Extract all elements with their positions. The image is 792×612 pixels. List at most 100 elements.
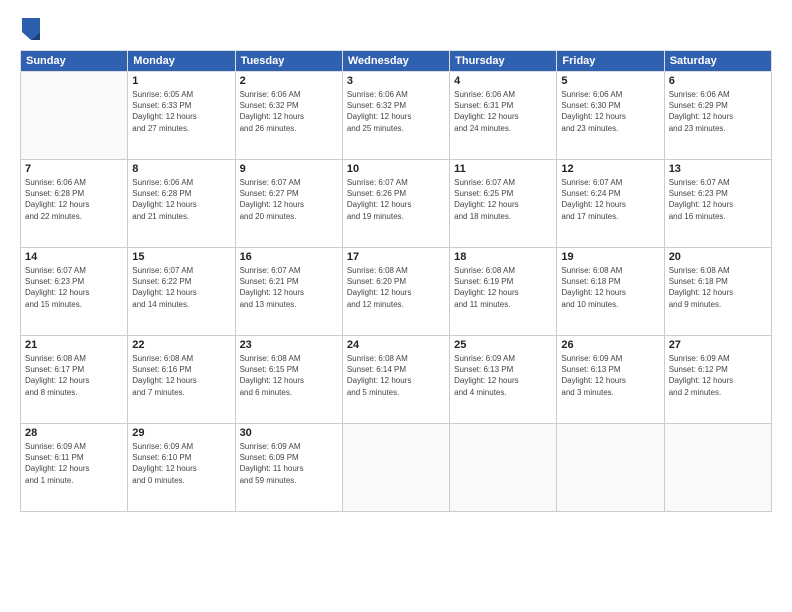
- day-number: 11: [454, 163, 552, 175]
- day-info: Sunrise: 6:07 AM Sunset: 6:24 PM Dayligh…: [561, 177, 659, 222]
- day-info: Sunrise: 6:08 AM Sunset: 6:17 PM Dayligh…: [25, 353, 123, 398]
- logo-icon: [22, 18, 40, 40]
- day-number: 8: [132, 163, 230, 175]
- day-number: 3: [347, 75, 445, 87]
- calendar-week-row: 7 Sunrise: 6:06 AM Sunset: 6:28 PM Daylig…: [21, 160, 772, 248]
- calendar-header-row: SundayMondayTuesdayWednesdayThursdayFrid…: [21, 51, 772, 72]
- day-number: 12: [561, 163, 659, 175]
- day-info: Sunrise: 6:06 AM Sunset: 6:30 PM Dayligh…: [561, 89, 659, 134]
- calendar-cell: 16 Sunrise: 6:07 AM Sunset: 6:21 PM Dayli…: [235, 248, 342, 336]
- day-info: Sunrise: 6:07 AM Sunset: 6:21 PM Dayligh…: [240, 265, 338, 310]
- calendar-cell: 6 Sunrise: 6:06 AM Sunset: 6:29 PM Daylig…: [664, 72, 771, 160]
- day-number: 17: [347, 251, 445, 263]
- calendar-week-row: 14 Sunrise: 6:07 AM Sunset: 6:23 PM Dayli…: [21, 248, 772, 336]
- calendar-cell: 17 Sunrise: 6:08 AM Sunset: 6:20 PM Dayli…: [342, 248, 449, 336]
- calendar-week-row: 28 Sunrise: 6:09 AM Sunset: 6:11 PM Dayli…: [21, 424, 772, 512]
- calendar-cell: 2Sunrise: 6:06 AM Sunset: 6:32 PM Daylig…: [235, 72, 342, 160]
- day-info: Sunrise: 6:08 AM Sunset: 6:16 PM Dayligh…: [132, 353, 230, 398]
- day-info: Sunrise: 6:07 AM Sunset: 6:27 PM Dayligh…: [240, 177, 338, 222]
- calendar-cell: 10 Sunrise: 6:07 AM Sunset: 6:26 PM Dayli…: [342, 160, 449, 248]
- calendar-cell: 27 Sunrise: 6:09 AM Sunset: 6:12 PM Dayli…: [664, 336, 771, 424]
- calendar-cell: 13 Sunrise: 6:07 AM Sunset: 6:23 PM Dayli…: [664, 160, 771, 248]
- calendar-table: SundayMondayTuesdayWednesdayThursdayFrid…: [20, 50, 772, 512]
- day-info: Sunrise: 6:06 AM Sunset: 6:31 PM Dayligh…: [454, 89, 552, 134]
- calendar-cell: 12 Sunrise: 6:07 AM Sunset: 6:24 PM Dayli…: [557, 160, 664, 248]
- calendar-cell: [342, 424, 449, 512]
- day-number: 14: [25, 251, 123, 263]
- day-number: 21: [25, 339, 123, 351]
- day-info: Sunrise: 6:07 AM Sunset: 6:23 PM Dayligh…: [669, 177, 767, 222]
- day-number: 15: [132, 251, 230, 263]
- page-header: [20, 18, 772, 40]
- logo: [20, 18, 46, 40]
- day-info: Sunrise: 6:08 AM Sunset: 6:15 PM Dayligh…: [240, 353, 338, 398]
- day-info: Sunrise: 6:05 AM Sunset: 6:33 PM Dayligh…: [132, 89, 230, 134]
- calendar-cell: 4 Sunrise: 6:06 AM Sunset: 6:31 PM Daylig…: [450, 72, 557, 160]
- calendar-cell: 30Sunrise: 6:09 AM Sunset: 6:09 PM Dayli…: [235, 424, 342, 512]
- day-info: Sunrise: 6:08 AM Sunset: 6:20 PM Dayligh…: [347, 265, 445, 310]
- day-number: 4: [454, 75, 552, 87]
- day-info: Sunrise: 6:07 AM Sunset: 6:25 PM Dayligh…: [454, 177, 552, 222]
- day-info: Sunrise: 6:09 AM Sunset: 6:11 PM Dayligh…: [25, 441, 123, 486]
- day-number: 5: [561, 75, 659, 87]
- day-info: Sunrise: 6:09 AM Sunset: 6:12 PM Dayligh…: [669, 353, 767, 398]
- day-info: Sunrise: 6:08 AM Sunset: 6:14 PM Dayligh…: [347, 353, 445, 398]
- calendar-cell: 18 Sunrise: 6:08 AM Sunset: 6:19 PM Dayli…: [450, 248, 557, 336]
- day-number: 23: [240, 339, 338, 351]
- day-info: Sunrise: 6:08 AM Sunset: 6:19 PM Dayligh…: [454, 265, 552, 310]
- day-info: Sunrise: 6:06 AM Sunset: 6:32 PM Dayligh…: [240, 89, 338, 134]
- day-number: 20: [669, 251, 767, 263]
- calendar-cell: 24 Sunrise: 6:08 AM Sunset: 6:14 PM Dayli…: [342, 336, 449, 424]
- day-number: 6: [669, 75, 767, 87]
- day-number: 1: [132, 75, 230, 87]
- day-header-thursday: Thursday: [450, 51, 557, 72]
- day-number: 27: [669, 339, 767, 351]
- calendar-cell: 5 Sunrise: 6:06 AM Sunset: 6:30 PM Daylig…: [557, 72, 664, 160]
- day-header-wednesday: Wednesday: [342, 51, 449, 72]
- calendar-cell: 7 Sunrise: 6:06 AM Sunset: 6:28 PM Daylig…: [21, 160, 128, 248]
- day-info: Sunrise: 6:06 AM Sunset: 6:29 PM Dayligh…: [669, 89, 767, 134]
- day-header-saturday: Saturday: [664, 51, 771, 72]
- day-number: 26: [561, 339, 659, 351]
- day-number: 28: [25, 427, 123, 439]
- day-number: 16: [240, 251, 338, 263]
- day-number: 13: [669, 163, 767, 175]
- calendar-cell: 19Sunrise: 6:08 AM Sunset: 6:18 PM Dayli…: [557, 248, 664, 336]
- day-info: Sunrise: 6:09 AM Sunset: 6:13 PM Dayligh…: [454, 353, 552, 398]
- day-info: Sunrise: 6:08 AM Sunset: 6:18 PM Dayligh…: [669, 265, 767, 310]
- calendar-cell: 1 Sunrise: 6:05 AM Sunset: 6:33 PM Daylig…: [128, 72, 235, 160]
- day-number: 18: [454, 251, 552, 263]
- calendar-cell: 25 Sunrise: 6:09 AM Sunset: 6:13 PM Dayli…: [450, 336, 557, 424]
- day-info: Sunrise: 6:06 AM Sunset: 6:28 PM Dayligh…: [25, 177, 123, 222]
- day-number: 7: [25, 163, 123, 175]
- day-header-monday: Monday: [128, 51, 235, 72]
- calendar-cell: 29 Sunrise: 6:09 AM Sunset: 6:10 PM Dayli…: [128, 424, 235, 512]
- day-number: 9: [240, 163, 338, 175]
- day-header-sunday: Sunday: [21, 51, 128, 72]
- day-number: 29: [132, 427, 230, 439]
- day-info: Sunrise: 6:07 AM Sunset: 6:22 PM Dayligh…: [132, 265, 230, 310]
- calendar-cell: 20 Sunrise: 6:08 AM Sunset: 6:18 PM Dayli…: [664, 248, 771, 336]
- day-info: Sunrise: 6:09 AM Sunset: 6:10 PM Dayligh…: [132, 441, 230, 486]
- calendar-cell: 28 Sunrise: 6:09 AM Sunset: 6:11 PM Dayli…: [21, 424, 128, 512]
- calendar-cell: 26 Sunrise: 6:09 AM Sunset: 6:13 PM Dayli…: [557, 336, 664, 424]
- day-number: 24: [347, 339, 445, 351]
- calendar-cell: [557, 424, 664, 512]
- calendar-cell: [450, 424, 557, 512]
- calendar-week-row: 21 Sunrise: 6:08 AM Sunset: 6:17 PM Dayli…: [21, 336, 772, 424]
- day-number: 10: [347, 163, 445, 175]
- calendar-cell: 11 Sunrise: 6:07 AM Sunset: 6:25 PM Dayli…: [450, 160, 557, 248]
- calendar-cell: 21 Sunrise: 6:08 AM Sunset: 6:17 PM Dayli…: [21, 336, 128, 424]
- day-number: 25: [454, 339, 552, 351]
- calendar-cell: 14 Sunrise: 6:07 AM Sunset: 6:23 PM Dayli…: [21, 248, 128, 336]
- day-info: Sunrise: 6:06 AM Sunset: 6:28 PM Dayligh…: [132, 177, 230, 222]
- day-header-tuesday: Tuesday: [235, 51, 342, 72]
- day-info: Sunrise: 6:06 AM Sunset: 6:32 PM Dayligh…: [347, 89, 445, 134]
- day-info: Sunrise: 6:07 AM Sunset: 6:26 PM Dayligh…: [347, 177, 445, 222]
- calendar-cell: [664, 424, 771, 512]
- day-info: Sunrise: 6:09 AM Sunset: 6:13 PM Dayligh…: [561, 353, 659, 398]
- calendar-week-row: 1 Sunrise: 6:05 AM Sunset: 6:33 PM Daylig…: [21, 72, 772, 160]
- day-info: Sunrise: 6:07 AM Sunset: 6:23 PM Dayligh…: [25, 265, 123, 310]
- calendar-cell: 23 Sunrise: 6:08 AM Sunset: 6:15 PM Dayli…: [235, 336, 342, 424]
- day-info: Sunrise: 6:08 AM Sunset: 6:18 PM Dayligh…: [561, 265, 659, 310]
